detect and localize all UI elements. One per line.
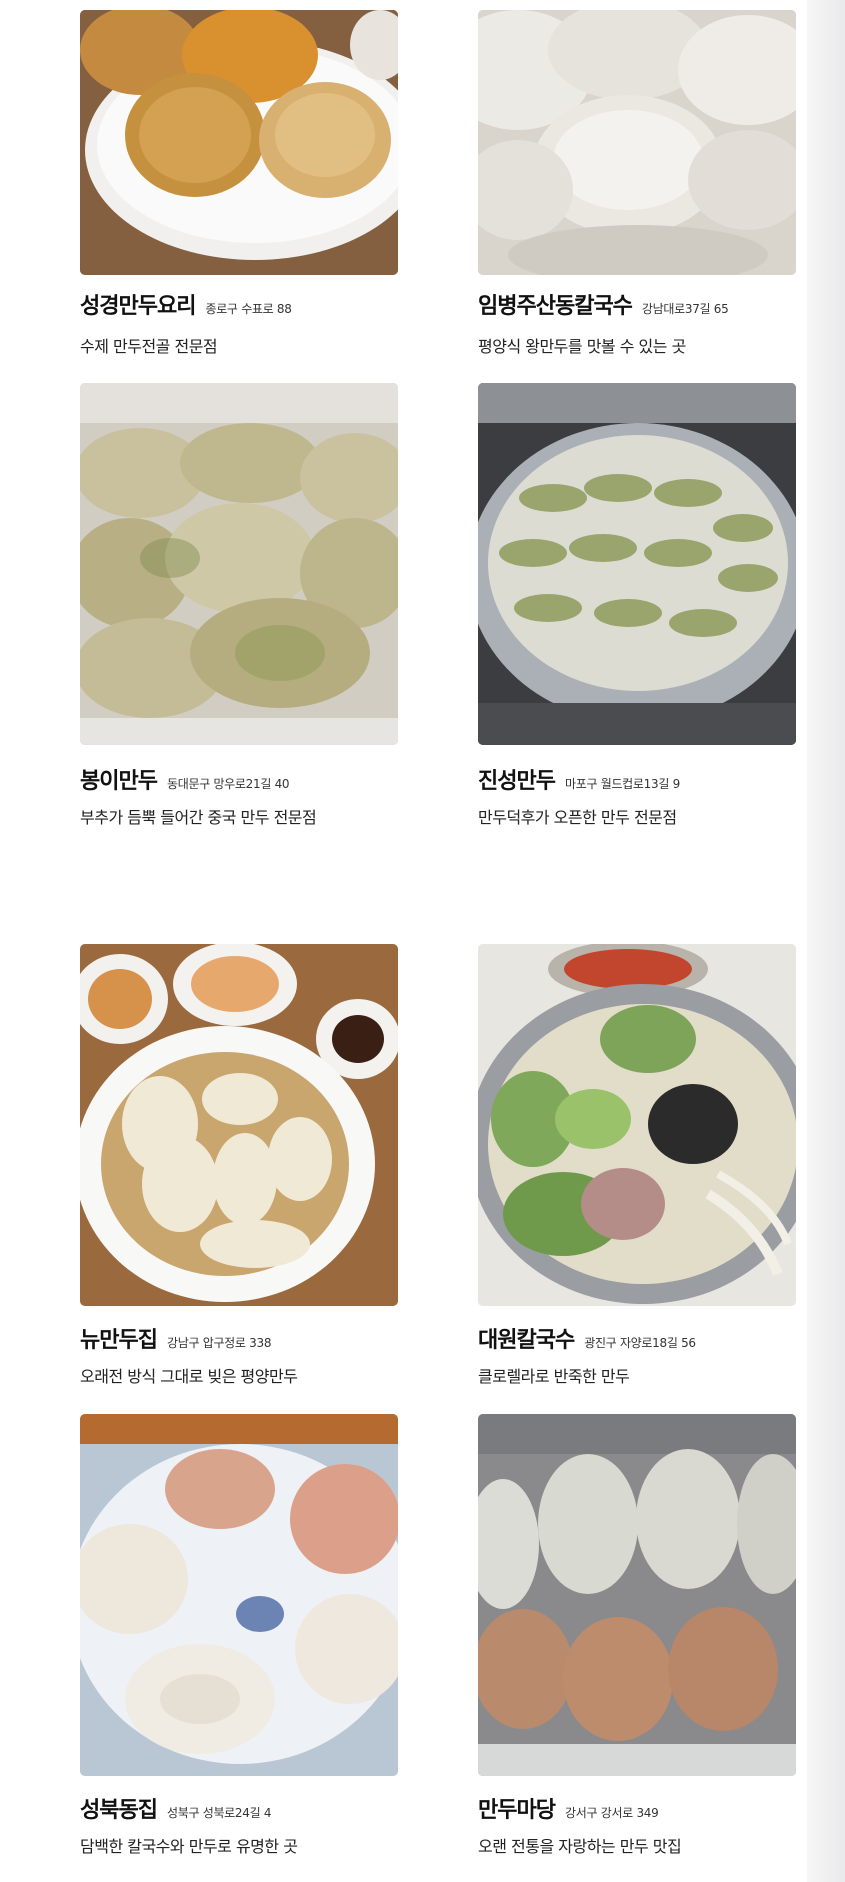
restaurant-name[interactable]: 봉이만두 [80,769,158,794]
restaurant-description: 평양식 왕만두를 맛볼 수 있는 곳 [478,337,686,356]
restaurant-address: 마포구 월드컵로13길 9 [564,777,680,791]
restaurant-photo[interactable] [80,10,398,275]
restaurant-description: 오랜 전통을 자랑하는 만두 맛집 [478,1837,682,1856]
restaurant-name[interactable]: 만두마당 [478,1798,556,1823]
restaurant-name[interactable]: 임병주산동칼국수 [478,294,633,319]
restaurant-title-row: 성경만두요리 종로구 수표로 88 [80,288,292,320]
restaurant-title-row: 진성만두 마포구 월드컵로13길 9 [478,763,680,795]
restaurant-name[interactable]: 뉴만두집 [80,1328,158,1353]
restaurant-title-row: 만두마당 강서구 강서로 349 [478,1792,659,1824]
restaurant-address: 성북구 성북로24길 4 [166,1806,272,1820]
restaurant-photo[interactable] [478,10,796,275]
restaurant-description: 부추가 듬뿍 들어간 중국 만두 전문점 [80,808,317,827]
restaurant-name[interactable]: 성경만두요리 [80,294,196,319]
restaurant-title-row: 뉴만두집 강남구 압구정로 338 [80,1322,271,1354]
restaurant-card-jinseong[interactable]: 진성만두 마포구 월드컵로13길 9 만두덕후가 오픈한 만두 전문점 [478,383,798,833]
restaurant-description: 클로렐라로 반죽한 만두 [478,1367,630,1386]
restaurant-name[interactable]: 성북동집 [80,1798,158,1823]
restaurant-card-imbyeongju[interactable]: 임병주산동칼국수 강남대로37길 65 평양식 왕만두를 맛볼 수 있는 곳 [478,0,798,370]
restaurant-name[interactable]: 진성만두 [478,769,556,794]
restaurant-photo[interactable] [80,383,398,745]
restaurant-description: 수제 만두전골 전문점 [80,337,218,356]
restaurant-address: 광진구 자양로18길 56 [584,1336,696,1350]
restaurant-card-mandu-madang[interactable]: 만두마당 강서구 강서로 349 오랜 전통을 자랑하는 만두 맛집 [478,1414,798,1864]
restaurant-title-row: 대원칼국수 광진구 자양로18길 56 [478,1322,696,1354]
restaurant-title-row: 임병주산동칼국수 강남대로37길 65 [478,288,729,320]
restaurant-address: 동대문구 망우로21길 40 [166,777,290,791]
restaurant-name[interactable]: 대원칼국수 [478,1328,575,1353]
restaurant-photo[interactable] [80,944,398,1306]
restaurant-description: 오래전 방식 그대로 빚은 평양만두 [80,1367,298,1386]
restaurant-card-new-mandu[interactable]: 뉴만두집 강남구 압구정로 338 오래전 방식 그대로 빚은 평양만두 [80,944,400,1394]
restaurant-card-sunggyeong[interactable]: 성경만두요리 종로구 수표로 88 수제 만두전골 전문점 [80,0,400,370]
restaurant-address: 강서구 강서로 349 [564,1806,659,1820]
restaurant-title-row: 봉이만두 동대문구 망우로21길 40 [80,763,290,795]
restaurant-card-seongbukdong[interactable]: 성북동집 성북구 성북로24길 4 담백한 칼국수와 만두로 유명한 곳 [80,1414,400,1864]
restaurant-address: 강남대로37길 65 [641,302,729,316]
page: 성경만두요리 종로구 수표로 88 수제 만두전골 전문점 임병주산동칼국수 강남대… [0,0,845,1882]
scrollbar-track[interactable] [807,0,845,1882]
restaurant-card-daewon[interactable]: 대원칼국수 광진구 자양로18길 56 클로렐라로 반죽한 만두 [478,944,798,1394]
restaurant-address: 강남구 압구정로 338 [166,1336,272,1350]
restaurant-title-row: 성북동집 성북구 성북로24길 4 [80,1792,271,1824]
restaurant-photo[interactable] [478,383,796,745]
restaurant-description: 만두덕후가 오픈한 만두 전문점 [478,808,677,827]
restaurant-card-bongi[interactable]: 봉이만두 동대문구 망우로21길 40 부추가 듬뿍 들어간 중국 만두 전문점 [80,383,400,833]
restaurant-description: 담백한 칼국수와 만두로 유명한 곳 [80,1837,298,1856]
restaurant-photo[interactable] [478,1414,796,1776]
restaurant-photo[interactable] [80,1414,398,1776]
restaurant-address: 종로구 수표로 88 [205,302,292,316]
restaurant-photo[interactable] [478,944,796,1306]
